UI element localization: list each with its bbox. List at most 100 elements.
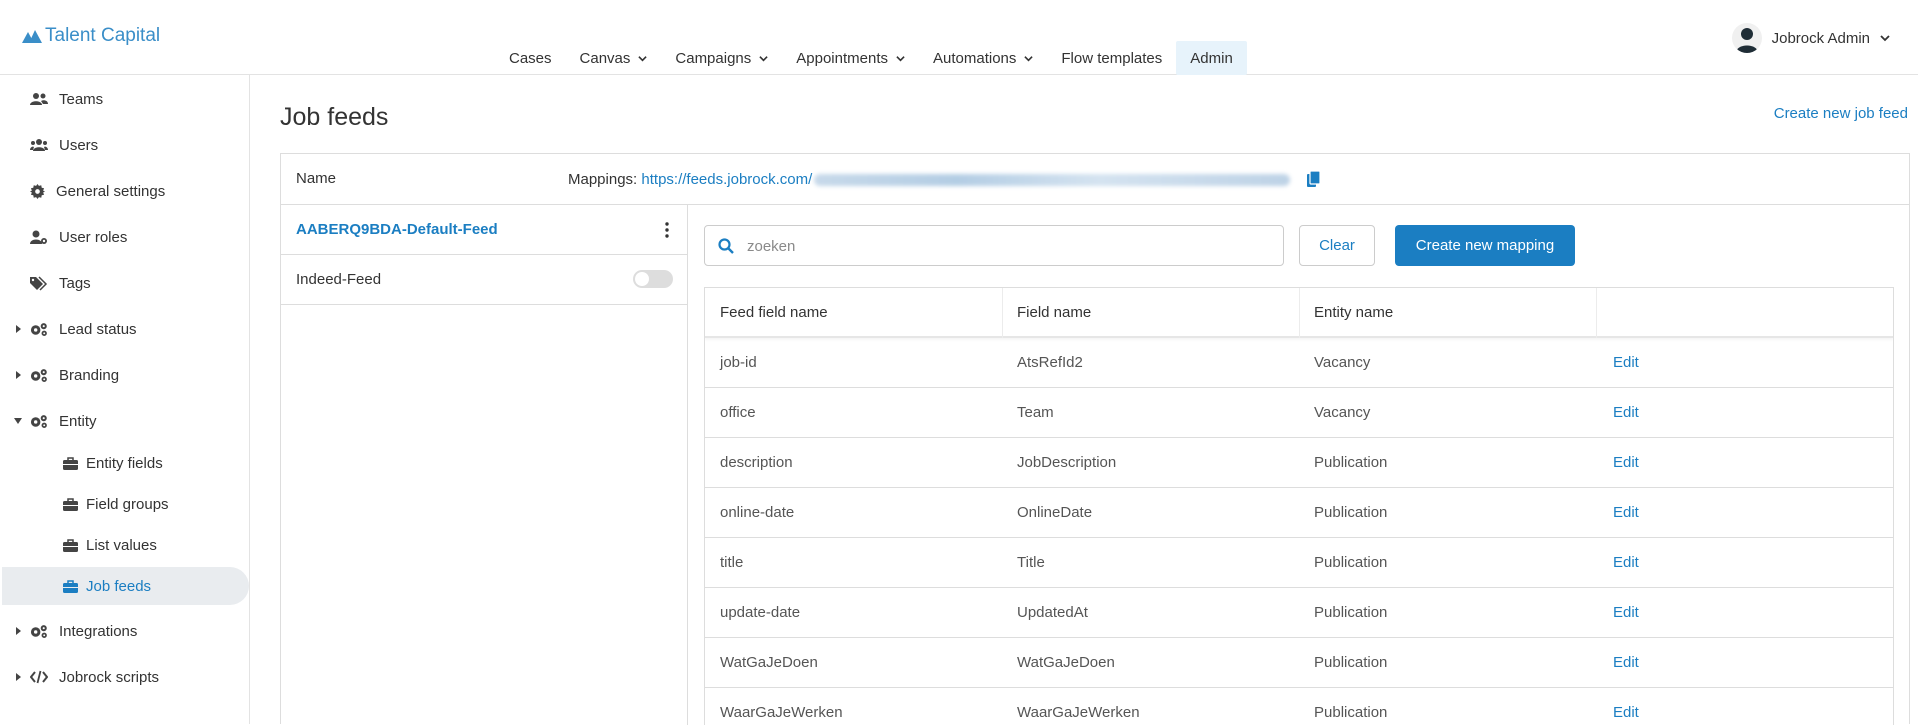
nav-canvas-label: Canvas xyxy=(579,49,631,67)
table-row: WatGaJeDoen WatGaJeDoen Publication Edit xyxy=(705,638,1893,688)
cell-field-name: UpdatedAt xyxy=(1017,604,1088,621)
column-header-feed-field-name[interactable]: Feed field name xyxy=(720,304,828,321)
nav-flow-templates[interactable]: Flow templates xyxy=(1047,41,1176,75)
cell-field-name: WatGaJeDoen xyxy=(1017,654,1115,671)
sidebar-item-list-values[interactable]: List values xyxy=(0,526,248,564)
cell-field-name: AtsRefId2 xyxy=(1017,354,1083,371)
search-input[interactable] xyxy=(745,234,1265,258)
sidebar-item-label: Branding xyxy=(59,366,120,384)
sidebar-item-job-feeds[interactable]: Job feeds xyxy=(2,567,249,605)
nav-cases[interactable]: Cases xyxy=(495,41,566,75)
sidebar-item-label: Integrations xyxy=(59,622,138,640)
sidebar-item-general-settings[interactable]: General settings xyxy=(0,172,248,210)
nav-campaigns[interactable]: Campaigns xyxy=(661,41,782,75)
nav-appointments-label: Appointments xyxy=(796,49,888,67)
briefcase-icon xyxy=(61,496,79,512)
caret-down-icon xyxy=(14,418,22,424)
copy-icon[interactable] xyxy=(1306,171,1321,188)
sidebar-item-integrations[interactable]: Integrations xyxy=(0,612,248,650)
edit-link[interactable]: Edit xyxy=(1613,504,1639,521)
cell-entity-name: Vacancy xyxy=(1314,354,1371,371)
mappings-url[interactable]: https://feeds.jobrock.com/ xyxy=(641,171,812,188)
feed-item-default[interactable]: AABERQ9BDA-Default-Feed xyxy=(281,205,687,255)
feed-name: AABERQ9BDA-Default-Feed xyxy=(296,221,498,238)
sidebar-item-label: Lead status xyxy=(59,320,137,338)
page-title: Job feeds xyxy=(280,103,389,131)
user-menu[interactable]: Jobrock Admin xyxy=(1731,22,1890,54)
sidebar-item-branding[interactable]: Branding xyxy=(0,356,248,394)
sidebar-item-label: Jobrock scripts xyxy=(59,668,160,686)
sidebar-item-field-groups[interactable]: Field groups xyxy=(0,485,248,523)
sidebar-item-jobrock-scripts[interactable]: Jobrock scripts xyxy=(0,658,248,696)
sidebar-item-tags[interactable]: Tags xyxy=(0,264,248,302)
kebab-menu-icon[interactable] xyxy=(665,222,669,238)
sidebar-item-label: User roles xyxy=(59,228,128,246)
edit-link[interactable]: Edit xyxy=(1613,704,1639,721)
mappings-url-row: Mappings: https://feeds.jobrock.com/ xyxy=(568,171,1291,188)
cell-feed-field: job-id xyxy=(720,354,757,371)
cell-entity-name: Publication xyxy=(1314,704,1388,721)
nav-admin[interactable]: Admin xyxy=(1176,41,1247,75)
table-header: Feed field name Field name Entity name xyxy=(705,288,1893,338)
cell-entity-name: Publication xyxy=(1314,654,1388,671)
column-divider xyxy=(1299,288,1300,338)
nav-appointments[interactable]: Appointments xyxy=(782,41,919,75)
mappings-label: Mappings: xyxy=(568,171,638,188)
table-row: online-date OnlineDate Publication Edit xyxy=(705,488,1893,538)
cell-field-name: OnlineDate xyxy=(1017,504,1093,521)
table-row: WaarGaJeWerken WaarGaJeWerken Publicatio… xyxy=(705,688,1893,725)
logo[interactable]: Talent Capital xyxy=(22,24,160,48)
search-icon xyxy=(718,238,734,254)
clear-button[interactable]: Clear xyxy=(1299,225,1375,266)
logo-mountains-icon xyxy=(22,30,42,43)
sidebar-item-user-roles[interactable]: User roles xyxy=(0,218,248,256)
table-row: job-id AtsRefId2 Vacancy Edit xyxy=(705,338,1893,388)
gears-icon xyxy=(30,367,48,383)
search-input-wrapper xyxy=(704,225,1284,266)
sidebar-item-entity[interactable]: Entity xyxy=(0,402,248,440)
cell-feed-field: office xyxy=(720,404,756,421)
nav-flow-templates-label: Flow templates xyxy=(1061,49,1163,67)
edit-link[interactable]: Edit xyxy=(1613,654,1639,671)
sidebar-item-label: General settings xyxy=(56,182,166,200)
sidebar-item-users[interactable]: Users xyxy=(0,126,248,164)
column-header-entity-name[interactable]: Entity name xyxy=(1314,304,1393,321)
gears-icon xyxy=(30,321,48,337)
cell-feed-field: update-date xyxy=(720,604,801,621)
sidebar: Teams Users General settings User roles … xyxy=(0,75,250,724)
nav-campaigns-label: Campaigns xyxy=(675,49,752,67)
caret-right-icon xyxy=(16,673,21,681)
sidebar-item-label: Entity xyxy=(59,412,97,430)
edit-link[interactable]: Edit xyxy=(1613,604,1639,621)
sidebar-item-label: Tags xyxy=(59,274,91,292)
user-name: Jobrock Admin xyxy=(1771,29,1870,47)
edit-link[interactable]: Edit xyxy=(1613,554,1639,571)
edit-link[interactable]: Edit xyxy=(1613,404,1639,421)
sidebar-item-label: Job feeds xyxy=(86,577,152,595)
feed-name: Indeed-Feed xyxy=(296,271,382,288)
sidebar-item-label: Entity fields xyxy=(86,454,163,472)
nav-canvas[interactable]: Canvas xyxy=(566,41,662,75)
sidebar-item-lead-status[interactable]: Lead status xyxy=(0,310,248,348)
column-divider xyxy=(1002,288,1003,338)
sidebar-item-entity-fields[interactable]: Entity fields xyxy=(0,444,248,482)
create-new-mapping-button[interactable]: Create new mapping xyxy=(1395,225,1575,266)
cell-feed-field: WaarGaJeWerken xyxy=(720,704,843,721)
column-divider xyxy=(1596,288,1597,338)
edit-link[interactable]: Edit xyxy=(1613,354,1639,371)
sidebar-item-teams[interactable]: Teams xyxy=(0,80,248,118)
table-row: update-date UpdatedAt Publication Edit xyxy=(705,588,1893,638)
create-new-job-feed-link[interactable]: Create new job feed xyxy=(1774,105,1908,122)
briefcase-icon xyxy=(61,578,79,594)
gear-icon xyxy=(28,183,46,199)
cell-entity-name: Publication xyxy=(1314,554,1388,571)
feed-enabled-toggle[interactable] xyxy=(633,270,673,288)
column-header-field-name[interactable]: Field name xyxy=(1017,304,1091,321)
briefcase-icon xyxy=(61,455,79,471)
nav-automations[interactable]: Automations xyxy=(919,41,1047,75)
main-nav: Cases Canvas Campaigns Appointments Auto… xyxy=(495,41,1247,75)
feed-item-indeed[interactable]: Indeed-Feed xyxy=(281,255,687,305)
edit-link[interactable]: Edit xyxy=(1613,454,1639,471)
gears-icon xyxy=(30,413,48,429)
logo-text: Talent Capital xyxy=(45,25,161,46)
